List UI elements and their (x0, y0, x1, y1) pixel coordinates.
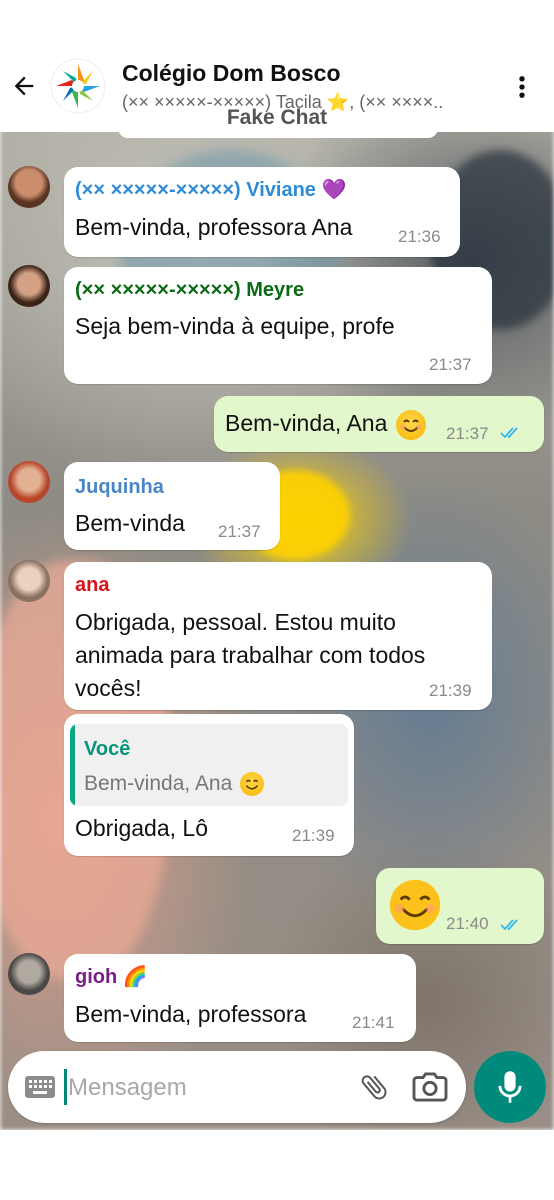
avatar[interactable] (8, 560, 50, 602)
avatar[interactable] (8, 166, 50, 208)
quote-accent-bar (70, 724, 75, 806)
avatar[interactable] (8, 265, 50, 307)
back-arrow-icon[interactable] (10, 72, 38, 100)
message-bubble[interactable]: gioh 🌈 Bem-vinda, professora 21:41 (64, 954, 416, 1042)
quote-text-line: Bem-vinda, Ana (84, 772, 265, 797)
message-input[interactable] (66, 1065, 330, 1111)
smiling-face-emoji (395, 409, 426, 440)
message-time: 21:39 (292, 826, 335, 845)
message-bubble[interactable]: (×× ×××××-×××××) Meyre Seja bem-vinda à … (64, 267, 492, 384)
message-bubble[interactable]: (×× ×××××-×××××) Viviane 💜 Bem-vinda, pr… (64, 167, 460, 257)
large-smiling-face-emoji: 😊 (388, 878, 442, 932)
message-sender: Juquinha (75, 476, 164, 498)
avatar[interactable] (8, 953, 50, 995)
message-time: 21:37 (429, 355, 472, 374)
keyboard-icon[interactable] (24, 1074, 56, 1100)
message-text: Seja bem-vinda à equipe, profe (75, 313, 395, 339)
message-bubble[interactable]: Você Bem-vinda, Ana Obrigada, Lô 21:39 (64, 714, 354, 856)
message-time: 21:37 (218, 522, 261, 541)
message-text: Bem-vinda, professora (75, 1001, 307, 1027)
message-composer[interactable] (8, 1051, 466, 1123)
message-bubble-outgoing[interactable]: 😊 21:40 (376, 868, 544, 944)
smiling-face-emoji (240, 772, 265, 797)
double-check-icon (500, 919, 518, 931)
message-text: Bem-vinda, Ana (225, 407, 426, 440)
message-time: 21:39 (429, 681, 472, 700)
message-sender: ana (75, 574, 110, 596)
message-time: 21:37 (446, 424, 489, 443)
quoted-message[interactable]: Você Bem-vinda, Ana (70, 724, 348, 806)
bottom-area (0, 1130, 554, 1200)
message-text: Bem-vinda (75, 510, 185, 536)
avatar[interactable] (8, 461, 50, 503)
voice-message-button[interactable] (474, 1051, 546, 1123)
message-sender: (×× ×××××-×××××) Meyre (75, 279, 305, 301)
message-text-content: Bem-vinda, Ana (225, 410, 388, 436)
message-text: Obrigada, pessoal. Estou muito animada p… (75, 609, 426, 701)
mic-icon (498, 1071, 522, 1103)
quote-text: Bem-vinda, Ana (84, 772, 233, 795)
message-bubble[interactable]: Juquinha Bem-vinda 21:37 (64, 462, 280, 550)
message-time: 21:41 (352, 1013, 395, 1032)
message-sender: gioh 🌈 (75, 966, 148, 988)
quote-author: Você (84, 738, 131, 760)
fake-chat-watermark: Fake Chat (226, 106, 328, 129)
message-text: Obrigada, Lô (75, 815, 208, 841)
attach-icon[interactable] (358, 1069, 390, 1105)
message-time: 21:36 (398, 227, 441, 246)
more-vert-icon[interactable] (508, 72, 536, 102)
camera-icon[interactable] (412, 1071, 448, 1103)
message-text: Bem-vinda, professora Ana (75, 214, 353, 240)
chat-title[interactable]: Colégio Dom Bosco (122, 60, 341, 87)
double-check-icon (500, 427, 518, 439)
message-bubble[interactable]: ana Obrigada, pessoal. Estou muito anima… (64, 562, 492, 710)
message-sender: (×× ×××××-×××××) Viviane 💜 (75, 179, 347, 201)
message-time: 21:40 (446, 914, 489, 933)
message-bubble-outgoing[interactable]: Bem-vinda, Ana 21:37 (214, 396, 544, 452)
